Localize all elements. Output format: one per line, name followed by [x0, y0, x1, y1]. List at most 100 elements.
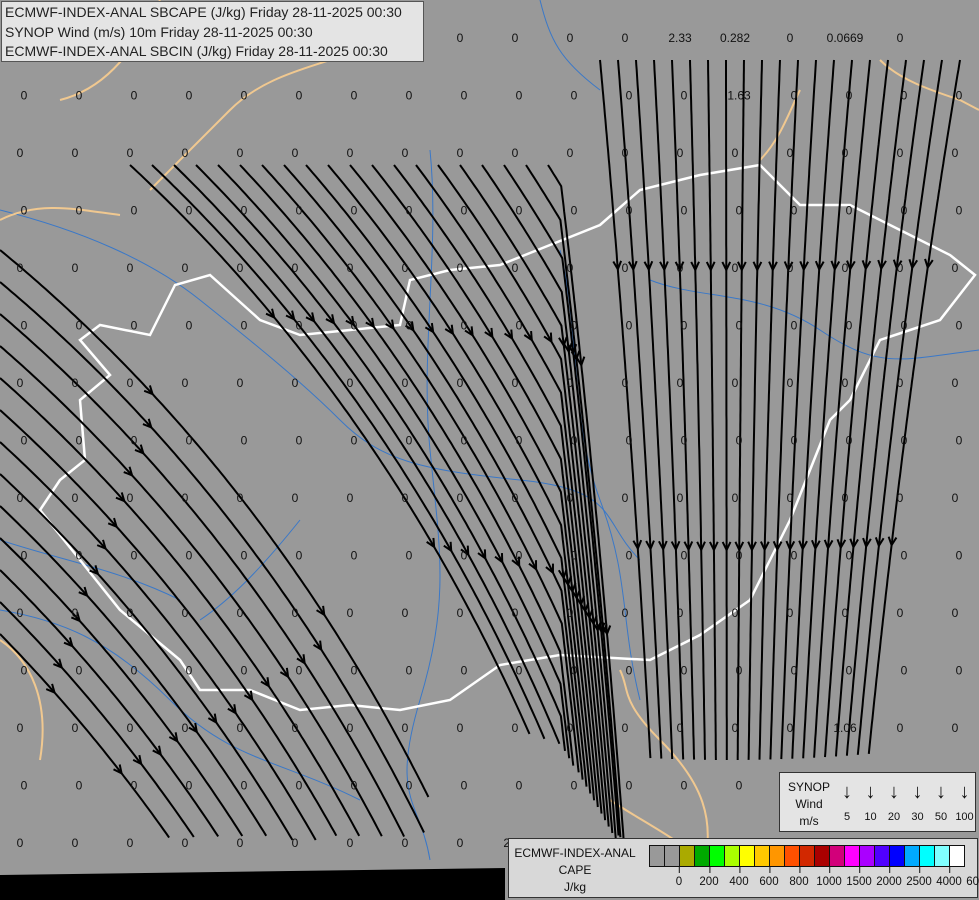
- station-value: 0: [241, 204, 248, 218]
- station-value: 0: [952, 491, 959, 505]
- station-value: 0: [732, 721, 739, 735]
- station-value: 0: [186, 204, 193, 218]
- station-value: 0: [296, 434, 303, 448]
- station-value: 0: [567, 491, 574, 505]
- station-value: 0: [402, 836, 409, 850]
- cape-swatch: [890, 846, 905, 866]
- station-value: 0: [952, 261, 959, 275]
- station-value: 0: [402, 721, 409, 735]
- wind-legend-title: SYNOP Wind m/s: [782, 779, 836, 830]
- station-value: 0: [842, 261, 849, 275]
- station-value: 0: [127, 376, 134, 390]
- station-value: 0: [131, 204, 138, 218]
- station-value: 0: [292, 376, 299, 390]
- title-box: ECMWF-INDEX-ANAL SBCAPE (J/kg) Friday 28…: [1, 1, 424, 62]
- station-value: 0: [732, 146, 739, 160]
- station-value: 0: [237, 376, 244, 390]
- wind-legend-title-line: SYNOP: [787, 780, 830, 794]
- station-value: 0: [241, 89, 248, 103]
- station-value: 0: [457, 31, 464, 45]
- cape-tick-label: 200: [699, 867, 719, 888]
- station-value: 0: [897, 376, 904, 390]
- station-value: 0: [956, 549, 963, 563]
- cape-tick-label: 0: [675, 867, 683, 888]
- station-value: 0: [512, 721, 519, 735]
- station-value: 0: [952, 146, 959, 160]
- station-value: 0: [241, 319, 248, 333]
- wind-legend-item: ↓ 100: [954, 779, 976, 823]
- wind-speed-label: 100: [955, 811, 974, 823]
- station-value: 0: [21, 204, 28, 218]
- arrow-down-icon: ↓: [912, 781, 923, 803]
- station-value: 0: [736, 204, 743, 218]
- station-value: 0: [72, 261, 79, 275]
- station-value: 0: [567, 606, 574, 620]
- station-value: 0: [901, 664, 908, 678]
- station-value: 0: [571, 779, 578, 793]
- station-value: 0: [241, 434, 248, 448]
- station-value: 0: [347, 721, 354, 735]
- station-value: 0: [571, 664, 578, 678]
- station-value: 0: [516, 549, 523, 563]
- station-value: 0: [351, 779, 358, 793]
- station-value: 0: [677, 491, 684, 505]
- station-value: 0: [787, 31, 794, 45]
- cape-swatch: [755, 846, 770, 866]
- station-value: 0: [186, 319, 193, 333]
- station-value: 0: [237, 491, 244, 505]
- station-value: 0: [461, 664, 468, 678]
- station-value: 0: [791, 89, 798, 103]
- cape-legend-title: ECMWF-INDEX-ANAL CAPE J/kg: [511, 845, 639, 896]
- station-value: 0: [241, 664, 248, 678]
- station-value: 0: [626, 319, 633, 333]
- station-value: 0: [571, 204, 578, 218]
- station-value: 0: [76, 319, 83, 333]
- station-value: 0: [237, 836, 244, 850]
- station-value: 0: [787, 146, 794, 160]
- station-value: 0: [406, 779, 413, 793]
- station-value: 0: [182, 606, 189, 620]
- station-value: 0: [17, 606, 24, 620]
- station-value: 0: [402, 606, 409, 620]
- station-value: 0: [72, 606, 79, 620]
- station-value: 0: [457, 146, 464, 160]
- station-value: 0: [17, 376, 24, 390]
- station-value: 0: [296, 549, 303, 563]
- station-value: 0: [791, 664, 798, 678]
- station-value: 0: [567, 376, 574, 390]
- station-value: 0: [567, 261, 574, 275]
- station-value: 0: [237, 721, 244, 735]
- station-value: 0: [182, 491, 189, 505]
- station-value: 0: [347, 146, 354, 160]
- station-value: 0: [626, 779, 633, 793]
- station-value: 1.06: [833, 721, 857, 735]
- station-value: 0: [21, 779, 28, 793]
- station-value: 0: [567, 31, 574, 45]
- station-value: 0: [296, 319, 303, 333]
- cape-swatch: [785, 846, 800, 866]
- station-value: 0: [457, 606, 464, 620]
- station-value: 0: [17, 836, 24, 850]
- station-value: 0: [842, 376, 849, 390]
- map-canvas[interactable]: 0 0 0 0 2.33 0.282 0 0.0669 0 0 0 0 0 0 0 0 0 0 0 0 0 0 1.63 0 0…: [0, 0, 979, 900]
- station-value: 0: [512, 491, 519, 505]
- station-value: 0: [402, 146, 409, 160]
- station-value: 0: [897, 606, 904, 620]
- station-value: 0: [567, 721, 574, 735]
- station-value: 0: [846, 204, 853, 218]
- station-value: 0: [626, 434, 633, 448]
- arrow-down-icon: ↓: [936, 781, 946, 803]
- station-value: 0: [677, 376, 684, 390]
- cape-swatch: [860, 846, 875, 866]
- station-value: 0: [846, 434, 853, 448]
- station-value: 0: [512, 31, 519, 45]
- title-sbcin: ECMWF-INDEX-ANAL SBCIN (J/kg) Friday 28-…: [5, 43, 388, 59]
- arrow-down-icon: ↓: [959, 781, 970, 803]
- station-value: 0: [512, 146, 519, 160]
- station-value: 0: [17, 721, 24, 735]
- station-value: 0: [681, 204, 688, 218]
- station-value: 0: [296, 779, 303, 793]
- cape-tick-label: 2500: [906, 867, 932, 888]
- station-value: 0: [76, 779, 83, 793]
- station-value: 0: [791, 549, 798, 563]
